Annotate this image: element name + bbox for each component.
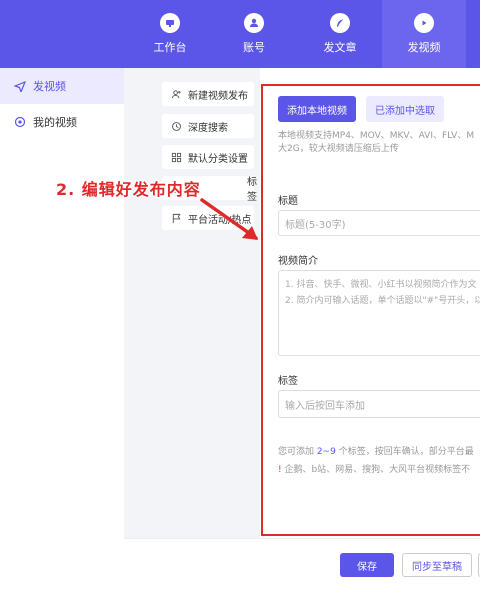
bottom-action-bar: 保存 同步至草稿 [124,538,480,592]
sync-draft-button[interactable]: 同步至草稿 [402,553,472,577]
option-label: 深度搜索 [188,122,228,134]
sidebar-item-label: 发视频 [33,80,66,93]
title-input[interactable]: 标题(5-30字) [278,210,480,236]
option-label: 默认分类设置 [188,153,248,165]
annotation-arrow-icon [200,198,258,240]
save-button[interactable]: 保存 [340,553,394,577]
nav-label: 账号 [243,41,265,54]
target-icon [14,116,26,128]
history-icon [170,120,182,132]
description-placeholder-line2: 2. 简介内可输入话题，单个话题以"#"号开头，以 [285,296,480,306]
sidebar-item-publish-video[interactable]: 发视频 [0,68,124,104]
flag-icon [170,212,182,224]
tags-warning-text: 企鹅、b站、网易、搜狗、大风平台视频标签不 [284,465,471,475]
select-from-added-button[interactable]: 已添加中选取 [366,96,444,122]
annotation-label: 2. 编辑好发布内容 [56,180,201,199]
description-label: 视频简介 [278,256,318,267]
format-hint-line1: 本地视频支持MP4、MOV、MKV、AVI、FLV、M [278,131,475,141]
send-icon [14,80,26,92]
tags-hint-suffix: 个标签，按回车确认，部分平台最 [335,447,474,457]
nav-label: 发文章 [323,41,357,54]
format-hint-line2: 大2G，较大视频请压缩后上传 [278,144,399,154]
add-local-video-button[interactable]: 添加本地视频 [278,96,356,122]
user-plus-icon [170,88,182,100]
nav-item-account[interactable]: 账号 [212,0,296,68]
sidebar: 发视频 我的视频 [0,68,124,592]
user-icon [244,13,264,33]
options-panel: 新建视频发布 深度搜索 默认分类设置 标签 平台活动/热点 [124,68,260,538]
play-icon [414,13,434,33]
description-placeholder-line1: 1. 抖音、快手、微视、小红书以视频简介作为文 [285,280,477,290]
sidebar-item-label: 我的视频 [33,116,77,129]
video-form-panel: 添加本地视频 已添加中选取 本地视频支持MP4、MOV、MKV、AVI、FLV、… [260,68,480,538]
tags-hint-range: 2~9 [316,447,336,457]
tags-hint-prefix: 您可添加 [278,447,317,457]
title-label: 标题 [278,196,298,207]
option-deep-search[interactable]: 深度搜索 [162,114,254,138]
nav-item-video[interactable]: 发视频 [382,0,466,68]
feather-icon [330,13,350,33]
description-textarea[interactable]: 1. 抖音、快手、微视、小红书以视频简介作为文 2. 简介内可输入话题，单个话题… [278,270,480,356]
monitor-icon [160,13,180,33]
grid-icon [170,151,182,163]
nav-label: 工作台 [153,41,187,54]
nav-item-workbench[interactable]: 工作台 [128,0,212,68]
nav-label: 发视频 [407,41,441,54]
tags-input[interactable]: 输入后按回车添加 [278,390,480,418]
sidebar-item-my-videos[interactable]: 我的视频 [0,104,124,140]
tags-hint: 您可添加 2~9 个标签，按回车确认，部分平台最 [278,446,474,459]
option-default-category[interactable]: 默认分类设置 [162,145,254,169]
option-label: 新建视频发布 [188,90,248,102]
nav-item-article[interactable]: 发文章 [298,0,382,68]
top-nav: 工作台 账号 发文章 发视频 [0,0,480,68]
tags-warning: ! 企鹅、b站、网易、搜狗、大风平台视频标签不 [278,464,470,477]
tags-label: 标签 [278,376,298,387]
option-new-video-publish[interactable]: 新建视频发布 [162,82,254,106]
